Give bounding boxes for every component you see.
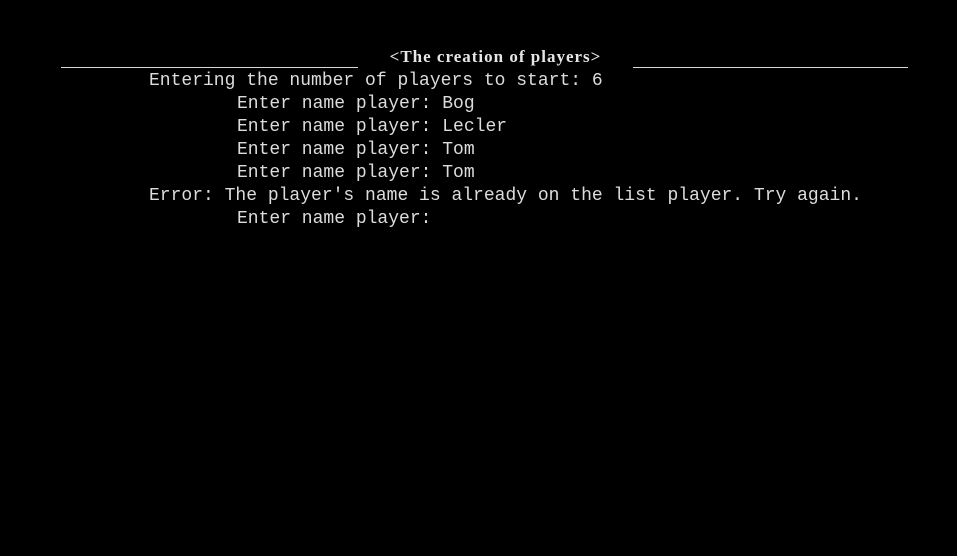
name-prompt-line: Enter name player: Tom (237, 140, 475, 160)
name-prompt-line: Enter name player: Bog (237, 94, 475, 114)
header-rule-left (61, 67, 358, 68)
header-rule-right (633, 67, 908, 68)
section-header: <The creation of players> (61, 46, 908, 70)
console-window[interactable]: <The creation of players> Entering the n… (0, 0, 957, 556)
name-prompt-line: Enter name player: Lecler (237, 117, 508, 137)
error-message: Error: The player's name is already on t… (149, 186, 862, 206)
player-count-prompt: Entering the number of players to start:… (149, 71, 603, 91)
name-prompt-line: Enter name player: Tom (237, 163, 475, 183)
section-title: <The creation of players> (389, 47, 602, 66)
active-name-prompt[interactable]: Enter name player: (237, 208, 431, 231)
